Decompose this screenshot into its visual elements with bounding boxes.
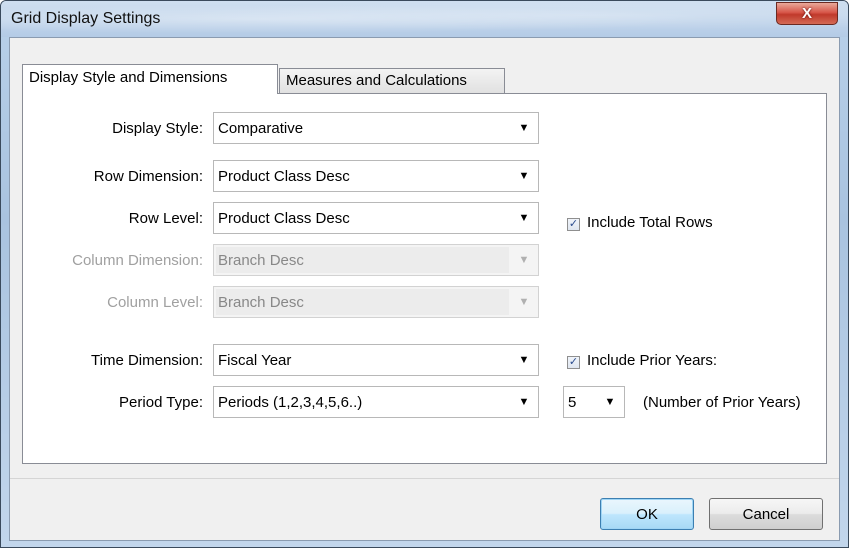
include-prior-years-label[interactable]: Include Prior Years:	[587, 352, 717, 369]
column-level-value: Branch Desc	[218, 294, 304, 311]
time-dimension-value: Fiscal Year	[218, 352, 292, 369]
prior-years-note: (Number of Prior Years)	[643, 394, 801, 411]
time-dimension-label: Time Dimension:	[91, 352, 203, 369]
column-level-dropdown: Branch Desc ▼	[213, 286, 539, 318]
chevron-down-icon[interactable]: ▼	[512, 346, 536, 374]
cancel-button-label: Cancel	[742, 505, 790, 523]
display-style-value: Comparative	[218, 120, 304, 137]
tab-page-display-style: Display Style: Comparative ▼ Row Dimensi…	[22, 93, 827, 464]
row-level-dropdown[interactable]: Product Class Desc ▼	[213, 202, 539, 234]
include-prior-years-checkbox[interactable]: ✓	[567, 356, 580, 369]
checkmark-icon: ✓	[568, 218, 579, 230]
display-style-dropdown[interactable]: Comparative ▼	[213, 112, 539, 144]
tab-display-style-and-dimensions[interactable]: Display Style and Dimensions	[22, 64, 278, 94]
time-dimension-dropdown[interactable]: Fiscal Year ▼	[213, 344, 539, 376]
ok-button[interactable]: OK	[600, 498, 694, 530]
period-type-value: Periods (1,2,3,4,5,6..)	[218, 394, 363, 411]
include-total-rows-label[interactable]: Include Total Rows	[587, 214, 713, 231]
display-style-label: Display Style:	[112, 120, 203, 137]
row-dimension-label: Row Dimension:	[93, 168, 203, 185]
column-dimension-dropdown: Branch Desc ▼	[213, 244, 539, 276]
chevron-down-icon: ▼	[518, 296, 530, 308]
tab-label: Display Style and Dimensions	[29, 69, 228, 86]
prior-years-count-dropdown[interactable]: 5 ▼	[563, 386, 625, 418]
period-type-dropdown[interactable]: Periods (1,2,3,4,5,6..) ▼	[213, 386, 539, 418]
ok-button-label: OK	[636, 505, 658, 523]
row-dimension-value: Product Class Desc	[218, 168, 350, 185]
dialog-client-area: Display Style and Dimensions Measures an…	[9, 37, 840, 541]
chevron-down-icon[interactable]: ▼	[512, 388, 536, 416]
dialog-window: Grid Display Settings X Display Style an…	[0, 0, 849, 548]
prior-years-count-value: 5	[568, 394, 577, 411]
column-dimension-label: Column Dimension:	[72, 252, 203, 269]
close-icon: X	[801, 5, 812, 22]
column-dimension-value: Branch Desc	[218, 252, 304, 269]
include-total-rows-checkbox[interactable]: ✓	[567, 218, 580, 231]
footer-divider	[10, 478, 839, 479]
row-level-label: Row Level:	[128, 210, 203, 227]
close-button[interactable]: X	[776, 2, 838, 25]
dialog-title: Grid Display Settings	[11, 10, 161, 27]
tab-measures-and-calculations[interactable]: Measures and Calculations	[279, 68, 505, 93]
chevron-down-icon[interactable]: ▼	[512, 114, 536, 142]
row-level-value: Product Class Desc	[218, 210, 350, 227]
chevron-down-icon: ▼	[518, 254, 530, 266]
tab-label: Measures and Calculations	[286, 72, 467, 89]
title-bar[interactable]: Grid Display Settings X	[1, 1, 848, 37]
checkmark-icon: ✓	[568, 356, 579, 368]
column-level-label: Column Level:	[107, 294, 203, 311]
cancel-button[interactable]: Cancel	[709, 498, 823, 530]
chevron-down-icon[interactable]: ▼	[512, 162, 536, 190]
chevron-down-icon[interactable]: ▼	[598, 388, 622, 416]
chevron-down-icon[interactable]: ▼	[512, 204, 536, 232]
row-dimension-dropdown[interactable]: Product Class Desc ▼	[213, 160, 539, 192]
period-type-label: Period Type:	[119, 394, 203, 411]
